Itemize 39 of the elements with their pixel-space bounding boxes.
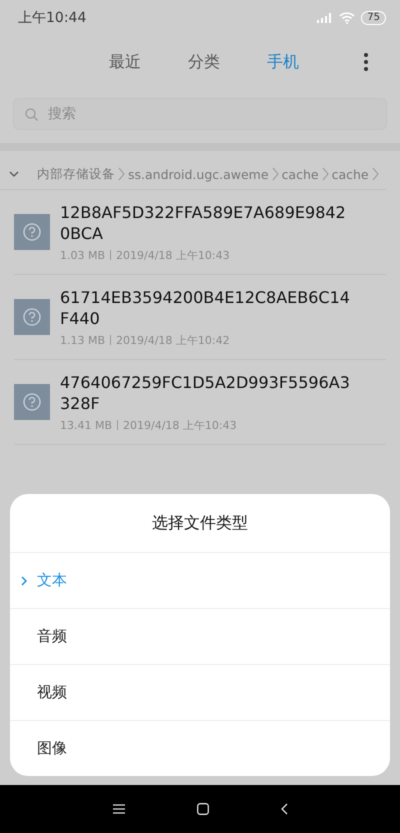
- tab[interactable]: 手机: [253, 48, 313, 76]
- dialog-title: 选择文件类型: [10, 494, 390, 553]
- status-time: 上午10:44: [18, 9, 86, 27]
- menu-icon[interactable]: [112, 804, 124, 814]
- unknown-file-icon: [14, 299, 50, 335]
- search-field[interactable]: 搜索: [13, 98, 387, 130]
- file-name[interactable]: 61714EB3594200B4E12C8AEB6C14F440: [60, 286, 352, 328]
- more-icon[interactable]: [364, 53, 368, 71]
- file-date: 2019/4/18 上午10:43: [116, 248, 230, 262]
- file-type-option[interactable]: 文本: [10, 553, 390, 609]
- wifi-icon: [339, 12, 356, 24]
- file-type-option[interactable]: 视频: [10, 665, 390, 721]
- signal-icon: [317, 13, 334, 23]
- file-size: 1.03 MB: [60, 248, 106, 262]
- chevron-down-icon[interactable]: [9, 171, 19, 177]
- file-date: 2019/4/18 上午10:42: [116, 332, 230, 348]
- file-name[interactable]: 12B8AF5D322FFA589E7A689E98420BCA: [60, 202, 352, 244]
- back-icon[interactable]: [280, 803, 288, 815]
- breadcrumb-item[interactable]: cache: [282, 166, 319, 182]
- chevron-right-icon: [372, 167, 379, 181]
- tab[interactable]: 分类: [174, 48, 234, 76]
- tab[interactable]: 最近: [95, 48, 155, 76]
- breadcrumb-item[interactable]: 内部存储设备: [37, 166, 115, 182]
- battery-icon: 75: [361, 11, 386, 25]
- file-size: 13.41 MB: [60, 418, 112, 432]
- file-size: 1.13 MB: [60, 334, 106, 346]
- breadcrumb-item[interactable]: cache: [332, 166, 369, 182]
- chevron-right-icon: [272, 167, 279, 181]
- file-date: 2019/4/18 上午10:43: [123, 418, 237, 432]
- unknown-file-icon: [14, 384, 50, 420]
- file-name[interactable]: 4764067259FC1D5A2D993F5596A3328F: [60, 372, 352, 414]
- chevron-right-icon: [118, 167, 125, 181]
- breadcrumb-item[interactable]: ss.android.ugc.aweme: [128, 166, 269, 182]
- file-type-option[interactable]: 音频: [10, 609, 390, 665]
- home-icon[interactable]: [196, 803, 208, 815]
- chevron-right-icon: [322, 167, 329, 181]
- chevron-right-icon: [21, 576, 27, 586]
- unknown-file-icon: [14, 214, 50, 250]
- file-type-option[interactable]: 图像: [10, 721, 390, 776]
